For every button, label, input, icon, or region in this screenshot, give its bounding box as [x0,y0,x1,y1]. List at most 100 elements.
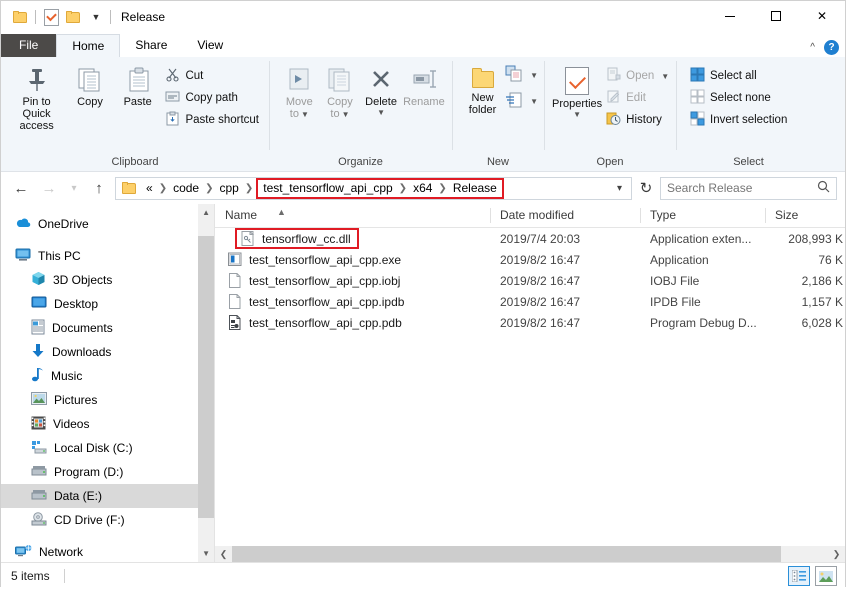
sidebar-item-desktop[interactable]: Desktop [1,292,214,316]
address-path-box[interactable]: « ❯ code ❯ cpp ❯ test_tensorflow_api_cpp… [115,176,632,200]
paste-button[interactable]: Paste [114,63,162,108]
file-name-cell[interactable]: test_tensorflow_api_cpp.ipdb [215,293,490,310]
column-header-type[interactable]: Type [640,204,765,227]
column-header-date-modified[interactable]: Date modified [490,204,640,227]
table-row[interactable]: test_tensorflow_api_cpp.exe 2019/8/2 16:4… [215,249,845,270]
file-name-cell[interactable]: test_tensorflow_api_cpp.iobj [215,272,490,289]
sidebar-item-documents[interactable]: Documents [1,316,214,340]
recent-locations-icon[interactable]: ▾ [65,176,83,200]
open-caret-icon[interactable]: ▼ [661,72,669,81]
pin-to-quick-access-button[interactable]: Pin to Quick access [7,63,66,132]
refresh-icon[interactable]: ↻ [636,176,656,200]
horizontal-scrollbar[interactable]: ❮ ❯ [215,546,845,562]
tab-file[interactable]: File [1,34,57,57]
scroll-right-icon[interactable]: ❯ [828,546,845,562]
copy-button[interactable]: Copy [66,63,114,108]
table-row[interactable]: tensorflow_cc.dll 2019/7/4 20:03 Applicati… [215,228,845,249]
delete-button[interactable]: Delete ▼ [360,63,402,117]
column-header-name[interactable]: ▲ Name [215,204,490,227]
details-view-button[interactable] [788,566,810,586]
breadcrumb-separator[interactable]: ❯ [158,183,168,194]
new-item-button[interactable]: ▼ [505,65,538,85]
breadcrumb-root-folder-icon[interactable] [122,182,137,194]
delete-caret-icon[interactable]: ▼ [377,108,385,117]
qat-folder-icon[interactable] [9,6,31,28]
select-all-button[interactable]: Select all [686,66,791,86]
new-item-caret-icon[interactable]: ▼ [530,71,538,80]
table-row[interactable]: test_tensorflow_api_cpp.pdb 2019/8/2 16:4… [215,312,845,333]
properties-button[interactable]: Properties ▼ [552,63,602,119]
close-button[interactable]: ✕ [799,1,845,31]
sidebar-item-downloads[interactable]: Downloads [1,340,214,364]
invert-selection-button[interactable]: Invert selection [686,110,791,130]
navigation-scrollbar[interactable]: ▲ ▼ [198,204,215,562]
chevron-up-icon[interactable]: ^ [810,42,815,53]
rename-button[interactable]: Rename [402,63,446,108]
sidebar-item-onedrive[interactable]: OneDrive [1,212,214,236]
file-name-cell[interactable]: tensorflow_cc.dll [215,228,490,249]
new-folder-button[interactable]: New folder [460,63,505,116]
easy-access-caret-icon[interactable]: ▼ [530,97,538,106]
horizontal-scroll-thumb[interactable] [232,546,781,562]
easy-access-button[interactable]: ▼ [505,91,538,111]
properties-caret-icon[interactable]: ▼ [573,110,581,119]
move-to-button[interactable]: Move to ▼ [279,63,320,121]
breadcrumb-item-cpp[interactable]: cpp [215,179,244,198]
breadcrumb-item-x64[interactable]: x64 [408,179,437,198]
file-name-cell[interactable]: test_tensorflow_api_cpp.exe [215,252,490,268]
select-none-button[interactable]: Select none [686,88,791,108]
up-arrow-icon[interactable]: ↑ [87,176,111,200]
open-button[interactable]: Open ▼ [602,66,673,86]
sidebar-item-data-e[interactable]: Data (E:) [1,484,215,508]
edit-button[interactable]: Edit [602,88,673,108]
scroll-down-icon[interactable]: ▼ [198,545,215,562]
table-row[interactable]: test_tensorflow_api_cpp.ipdb 2019/8/2 16:… [215,291,845,312]
move-to-caret-icon[interactable]: ▼ [301,110,309,119]
sidebar-item-cd-drive-f[interactable]: CD Drive (F:) [1,508,214,532]
sidebar-item-program-d[interactable]: Program (D:) [1,460,214,484]
back-arrow-icon[interactable]: ← [9,176,33,200]
minimize-button[interactable] [707,1,753,31]
breadcrumb-separator[interactable]: ❯ [398,183,408,194]
qat-properties-check-icon[interactable] [40,6,62,28]
tab-share[interactable]: Share [120,34,182,57]
sidebar-item-this-pc[interactable]: This PC [1,244,214,268]
file-name-cell[interactable]: test_tensorflow_api_cpp.pdb [215,314,490,331]
table-row[interactable]: test_tensorflow_api_cpp.iobj 2019/8/2 16:… [215,270,845,291]
sidebar-item-pictures[interactable]: Pictures [1,388,214,412]
copy-path-button[interactable]: Copy path [161,88,263,108]
forward-arrow-icon[interactable]: → [37,176,61,200]
qat-customize-caret-icon[interactable]: ▼ [84,6,106,28]
breadcrumb-item-release[interactable]: Release [448,179,502,198]
sidebar-item-3d-objects[interactable]: 3D Objects [1,268,214,292]
breadcrumb-item-code[interactable]: code [168,179,204,198]
paste-shortcut-button[interactable]: Paste shortcut [161,110,263,130]
search-box[interactable]: Search Release [660,176,837,200]
tab-view[interactable]: View [182,34,238,57]
sidebar-item-videos[interactable]: Videos [1,412,214,436]
help-icon[interactable]: ? [824,40,839,55]
copy-to-caret-icon[interactable]: ▼ [342,110,350,119]
search-input[interactable]: Search Release [667,181,752,195]
breadcrumb-overflow[interactable]: « [141,179,158,198]
cut-button[interactable]: Cut [161,66,263,86]
sidebar-item-local-disk-c[interactable]: Local Disk (C:) [1,436,214,460]
sidebar-item-network[interactable]: Network [1,540,214,562]
maximize-button[interactable] [753,1,799,31]
navigation-scroll-thumb[interactable] [198,236,215,518]
copy-to-button[interactable]: Copy to ▼ [320,63,361,121]
chevron-down-icon[interactable]: ▾ [612,183,627,194]
column-header-size[interactable]: Size [765,204,845,227]
scroll-up-icon[interactable]: ▲ [198,204,215,221]
breadcrumb-separator[interactable]: ❯ [437,183,447,194]
sidebar-item-music[interactable]: Music [1,364,214,388]
scroll-left-icon[interactable]: ❮ [215,546,232,562]
breadcrumb-item-project[interactable]: test_tensorflow_api_cpp [258,179,397,198]
breadcrumb-separator[interactable]: ❯ [244,183,254,194]
qat-new-folder-icon[interactable] [62,6,84,28]
history-button[interactable]: History [602,110,673,130]
large-icons-view-button[interactable] [815,566,837,586]
search-icon[interactable] [817,180,830,196]
tab-home[interactable]: Home [56,34,121,57]
breadcrumb-separator[interactable]: ❯ [204,183,214,194]
